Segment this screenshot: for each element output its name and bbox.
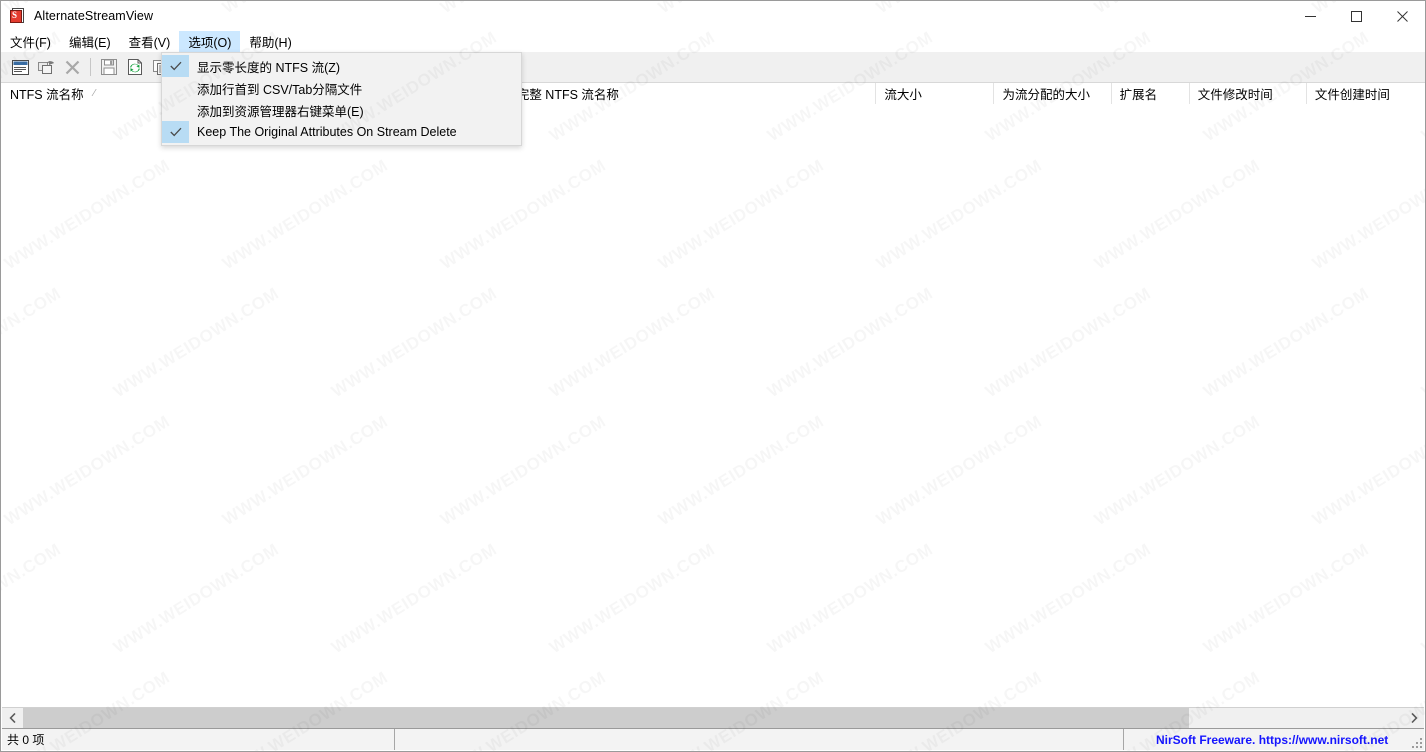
close-button[interactable] bbox=[1379, 1, 1425, 31]
checkmark-placeholder bbox=[162, 99, 189, 121]
column-header-file-modified-time[interactable]: 文件修改时间 bbox=[1189, 83, 1307, 104]
sort-indicator-icon: ⁄ bbox=[93, 87, 96, 99]
properties-button[interactable] bbox=[9, 56, 31, 78]
status-item-count: 共 0 项 bbox=[2, 729, 395, 750]
menu-item-add-header-to-csv-tab[interactable]: 添加行首到 CSV/Tab分隔文件 bbox=[162, 77, 521, 99]
delete-x-icon bbox=[65, 60, 79, 74]
chevron-left-icon[interactable] bbox=[2, 708, 23, 728]
toolbar-separator bbox=[90, 58, 91, 76]
menu-item-label: 显示零长度的 NTFS 流(Z) bbox=[197, 60, 341, 75]
delete-button[interactable] bbox=[61, 56, 83, 78]
column-header-stream-size[interactable]: 流大小 bbox=[876, 83, 995, 104]
app-stream-icon: S bbox=[10, 8, 26, 24]
menu-help[interactable]: 帮助(H) bbox=[240, 31, 300, 52]
menu-item-keep-original-attributes[interactable]: Keep The Original Attributes On Stream D… bbox=[162, 121, 521, 143]
column-label: 文件修改时间 bbox=[1197, 87, 1273, 102]
column-label: 流大小 bbox=[884, 87, 922, 102]
minimize-button[interactable] bbox=[1287, 1, 1333, 31]
column-header-allocated-size[interactable]: 为流分配的大小 bbox=[994, 83, 1112, 104]
menu-bar: 文件(F) 编辑(E) 查看(V) 选项(O) 帮助(H) bbox=[1, 31, 1425, 52]
column-label: 完整 NTFS 流名称 bbox=[516, 87, 619, 102]
column-header-extension[interactable]: 扩展名 bbox=[1111, 83, 1190, 104]
refresh-button[interactable] bbox=[124, 56, 146, 78]
column-label: 文件创建时间 bbox=[1314, 87, 1390, 102]
menu-file[interactable]: 文件(F) bbox=[1, 31, 60, 52]
horizontal-scrollbar[interactable] bbox=[2, 707, 1424, 728]
scrollbar-thumb[interactable] bbox=[23, 708, 1190, 728]
menu-item-label: 添加行首到 CSV/Tab分隔文件 bbox=[197, 82, 363, 97]
list-body[interactable] bbox=[2, 105, 1424, 707]
close-icon bbox=[1396, 10, 1408, 22]
menu-item-add-to-explorer-context-menu[interactable]: 添加到资源管理器右键菜单(E) bbox=[162, 99, 521, 121]
scrollbar-track[interactable] bbox=[23, 708, 1403, 728]
chevron-right-icon[interactable] bbox=[1403, 708, 1424, 728]
nirsoft-link[interactable]: NirSoft Freeware. https://www.nirsoft.ne… bbox=[1156, 733, 1388, 747]
stream-list-view: NTFS 流名称 ⁄ 完整 NTFS 流名称 流大小 为流分配的大小 扩展名 文… bbox=[2, 83, 1424, 707]
checkmark-icon bbox=[162, 55, 189, 77]
column-header-file-created-time[interactable]: 文件创建时间 bbox=[1306, 83, 1424, 104]
column-label: 扩展名 bbox=[1119, 87, 1158, 102]
save-floppy-icon bbox=[101, 59, 117, 75]
copy-streams-icon bbox=[37, 60, 54, 74]
status-link-pane: NirSoft Freeware. https://www.nirsoft.ne… bbox=[1124, 729, 1424, 750]
column-header-full-ntfs-stream-name[interactable]: 完整 NTFS 流名称 bbox=[508, 83, 877, 104]
menu-item-label: Keep The Original Attributes On Stream D… bbox=[197, 125, 457, 139]
menu-options[interactable]: 选项(O) bbox=[179, 31, 241, 52]
status-middle-pane bbox=[395, 729, 1124, 750]
window-controls bbox=[1287, 1, 1425, 31]
minimize-icon bbox=[1304, 15, 1316, 17]
window-title: AlternateStreamView bbox=[34, 9, 154, 23]
copy-streams-button[interactable] bbox=[35, 56, 57, 78]
column-label: NTFS 流名称 bbox=[10, 87, 84, 102]
menu-edit[interactable]: 编辑(E) bbox=[60, 31, 120, 52]
options-dropdown-menu: 显示零长度的 NTFS 流(Z) 添加行首到 CSV/Tab分隔文件 添加到资源… bbox=[161, 52, 522, 146]
properties-icon bbox=[11, 59, 29, 75]
resize-grip-icon[interactable] bbox=[1410, 736, 1422, 748]
status-bar: 共 0 项 NirSoft Freeware. https://www.nirs… bbox=[2, 728, 1424, 750]
column-label: 为流分配的大小 bbox=[1002, 87, 1090, 102]
maximize-button[interactable] bbox=[1333, 1, 1379, 31]
alternatestreamview-window: S AlternateStreamView 文件(F) 编辑(E) 查看(V) … bbox=[0, 0, 1426, 752]
save-button[interactable] bbox=[98, 56, 120, 78]
menu-view[interactable]: 查看(V) bbox=[120, 31, 180, 52]
title-bar: S AlternateStreamView bbox=[1, 1, 1425, 31]
maximize-icon bbox=[1350, 10, 1362, 22]
checkmark-placeholder bbox=[162, 77, 189, 99]
menu-item-label: 添加到资源管理器右键菜单(E) bbox=[197, 104, 364, 119]
menu-item-show-zero-length-streams[interactable]: 显示零长度的 NTFS 流(Z) bbox=[162, 55, 521, 77]
refresh-icon bbox=[128, 59, 142, 75]
checkmark-icon bbox=[162, 121, 189, 143]
